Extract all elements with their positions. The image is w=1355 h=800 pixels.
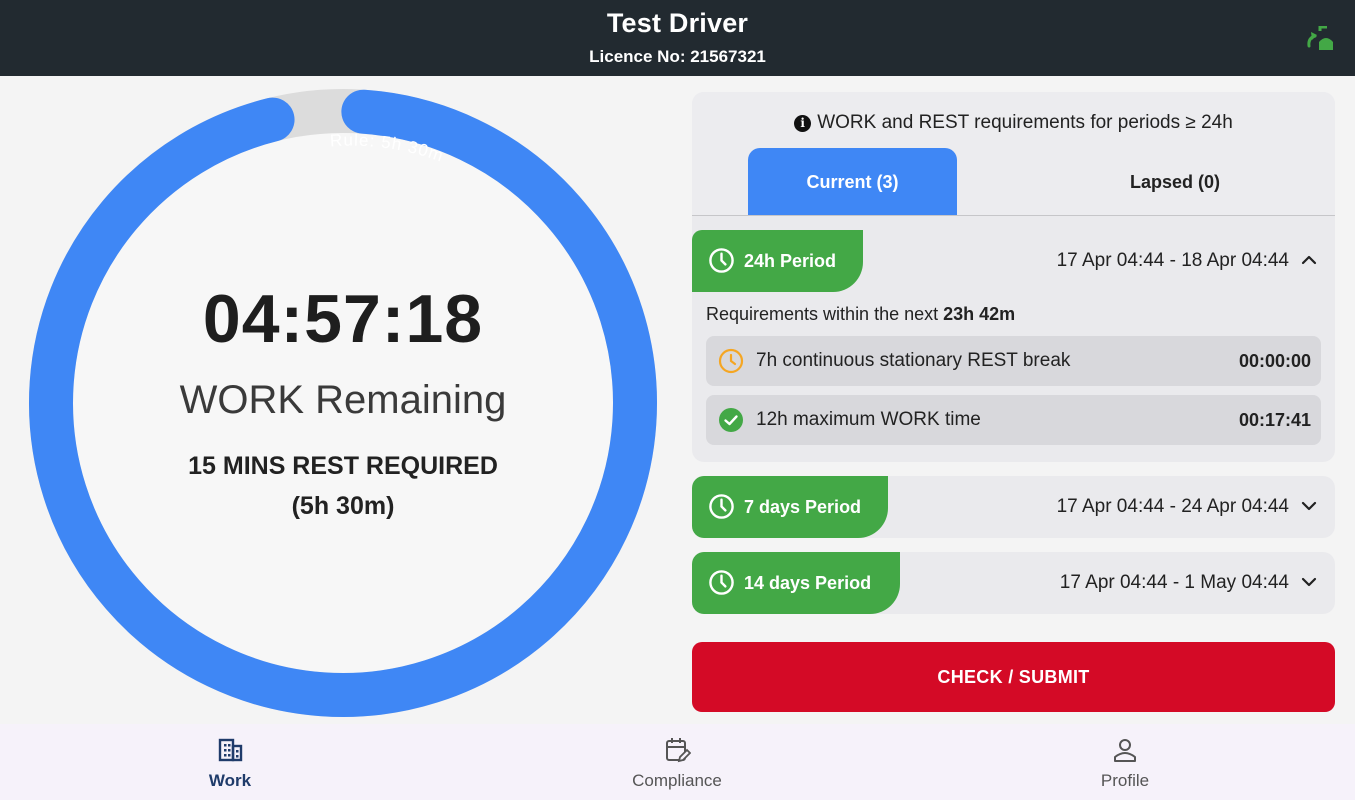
- licence-number: Licence No: 21567321: [589, 47, 766, 66]
- bottom-nav: Work Compliance Profile: [0, 724, 1355, 800]
- check-circle-icon: [719, 408, 743, 432]
- rest-required: 15 MINS REST REQUIRED: [188, 452, 498, 480]
- requirements-within: Requirements within the next 23h 42m: [706, 304, 1016, 324]
- calendar-edit-icon: [666, 738, 691, 763]
- requirement-row: 12h maximum WORK time 00:17:41: [706, 395, 1321, 445]
- requirements-header: i WORK and REST requirements for periods …: [692, 92, 1335, 216]
- nav-profile-label: Profile: [1100, 771, 1150, 790]
- period-badge: 7 days Period: [692, 476, 888, 538]
- period-7days-card[interactable]: 7 days Period 17 Apr 04:44 - 24 Apr 04:4…: [692, 476, 1335, 538]
- info-icon: i: [794, 115, 812, 132]
- period-7days-header[interactable]: 7 days Period 17 Apr 04:44 - 24 Apr 04:4…: [692, 476, 1335, 538]
- nav-compliance[interactable]: Compliance: [577, 724, 777, 800]
- chevron-down-icon[interactable]: [1301, 574, 1317, 590]
- clock-icon: [709, 248, 734, 273]
- within-value: 23h 42m: [943, 304, 1016, 324]
- period-label: 14 days Period: [744, 573, 872, 593]
- tab-divider: [692, 215, 1335, 216]
- app-header: Test Driver Licence No: 21567321: [0, 0, 1355, 76]
- period-14days-header[interactable]: 14 days Period 17 Apr 04:44 - 1 May 04:4…: [692, 552, 1335, 614]
- nav-compliance-label: Compliance: [632, 771, 722, 790]
- chevron-down-icon[interactable]: [1301, 498, 1317, 514]
- requirement-row: 7h continuous stationary REST break 00:0…: [706, 336, 1321, 386]
- clock-icon: [709, 570, 734, 595]
- requirement-label: 12h maximum WORK time: [756, 409, 981, 430]
- time-remaining: 04:57:18: [202, 281, 484, 357]
- nav-work[interactable]: Work: [130, 724, 330, 800]
- requirements-info: i WORK and REST requirements for periods …: [692, 112, 1335, 134]
- nav-profile[interactable]: Profile: [1025, 724, 1225, 800]
- work-remaining-label: WORK Remaining: [179, 378, 507, 422]
- period-label: 7 days Period: [744, 497, 862, 517]
- work-gauge: Rule: 5h 30m 04:57:18 WORK Remaining 15 …: [28, 88, 658, 718]
- requirements-card: i WORK and REST requirements for periods …: [692, 92, 1335, 462]
- chevron-up-icon[interactable]: [1301, 252, 1317, 268]
- period-badge: 14 days Period: [692, 552, 900, 614]
- nav-work-label: Work: [208, 771, 252, 790]
- building-icon: [218, 738, 243, 762]
- clock-icon: [709, 494, 734, 519]
- requirement-value: 00:17:41: [1238, 410, 1311, 430]
- period-14days-card[interactable]: 14 days Period 17 Apr 04:44 - 1 May 04:4…: [692, 552, 1335, 614]
- gauge-center: 04:57:18 WORK Remaining 15 MINS REST REQ…: [28, 88, 658, 718]
- requirement-label: 7h continuous stationary REST break: [756, 350, 1071, 371]
- info-text: WORK and REST requirements for periods ≥…: [817, 112, 1233, 133]
- period-badge: 24h Period: [692, 230, 863, 292]
- person-icon: [1114, 739, 1136, 762]
- period-label: 24h Period: [744, 251, 837, 271]
- driver-name: Test Driver: [606, 8, 749, 38]
- rest-rule: (5h 30m): [291, 492, 395, 520]
- period-range: 17 Apr 04:44 - 18 Apr 04:44: [1056, 250, 1289, 271]
- sync-icon[interactable]: [1305, 26, 1335, 52]
- clock-warning-icon: [718, 348, 744, 374]
- period-range: 17 Apr 04:44 - 24 Apr 04:44: [1056, 496, 1289, 517]
- period-24h-header[interactable]: 24h Period 17 Apr 04:44 - 18 Apr 04:44: [692, 230, 1335, 292]
- tab-lapsed[interactable]: Lapsed (0): [1070, 148, 1280, 216]
- tab-current[interactable]: Current (3): [748, 148, 957, 216]
- check-submit-button[interactable]: CHECK / SUBMIT: [692, 642, 1335, 712]
- requirement-value: 00:00:00: [1238, 351, 1311, 371]
- period-range: 17 Apr 04:44 - 1 May 04:44: [1059, 572, 1289, 593]
